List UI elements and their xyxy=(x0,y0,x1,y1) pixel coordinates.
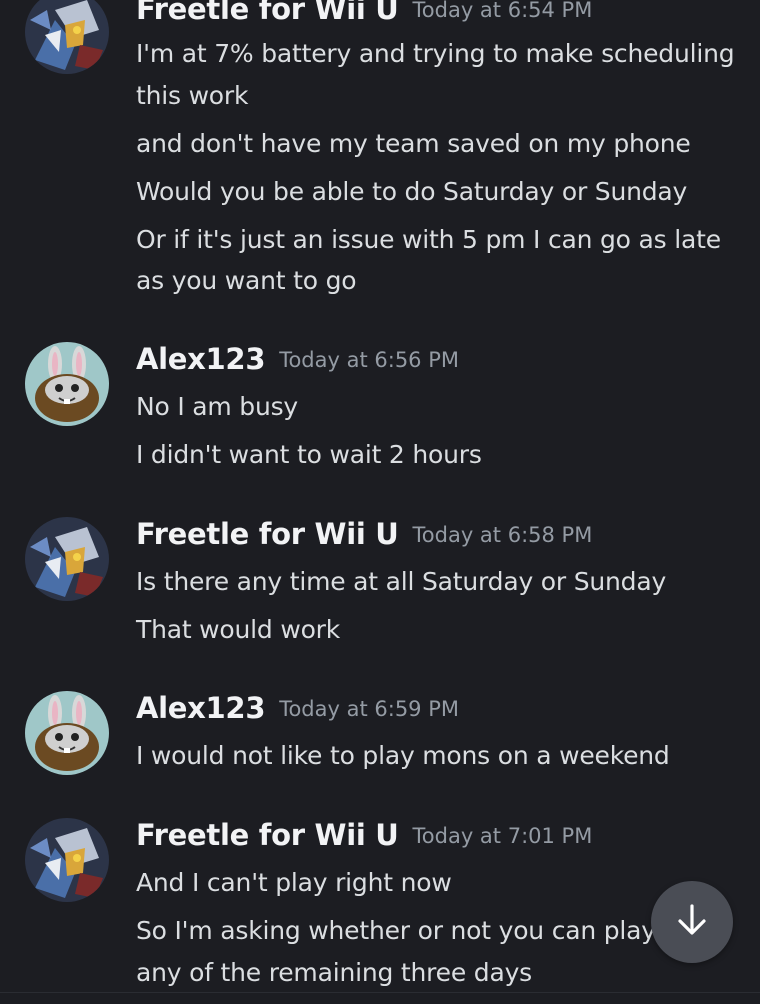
username[interactable]: Alex123 xyxy=(136,691,266,725)
arrow-down-icon xyxy=(672,900,712,944)
username[interactable]: Freetle for Wii U xyxy=(136,818,399,852)
message-text[interactable]: as you want to go xyxy=(136,260,736,301)
timestamp: Today at 7:01 PM xyxy=(412,824,593,848)
timestamp: Today at 6:56 PM xyxy=(279,348,460,372)
message-text[interactable]: I didn't want to wait 2 hours xyxy=(136,434,736,475)
username[interactable]: Alex123 xyxy=(136,342,266,376)
message-text[interactable]: No I am busy xyxy=(136,386,736,427)
message-text[interactable]: That would work xyxy=(136,609,736,650)
message-header: Alex123 Today at 6:59 PM xyxy=(136,691,459,731)
dragon-avatar-icon[interactable] xyxy=(25,0,109,74)
message-text[interactable]: And I can't play right now xyxy=(136,862,736,903)
bunny-avatar-icon[interactable] xyxy=(25,342,109,426)
timestamp: Today at 6:59 PM xyxy=(279,697,460,721)
message-text[interactable]: any of the remaining three days xyxy=(136,952,736,993)
divider xyxy=(0,992,760,993)
dragon-avatar-icon[interactable] xyxy=(25,818,109,902)
dragon-avatar-icon[interactable] xyxy=(25,517,109,601)
message-text[interactable]: So I'm asking whether or not you can pla… xyxy=(136,910,736,951)
message-text[interactable]: I would not like to play mons on a weeke… xyxy=(136,735,736,776)
username[interactable]: Freetle for Wii U xyxy=(136,517,399,551)
message-text[interactable]: Would you be able to do Saturday or Sund… xyxy=(136,171,736,212)
username[interactable]: Freetle for Wii U xyxy=(136,0,399,26)
chat-message-list[interactable]: Freetle for Wii U Today at 6:54 PM I'm at… xyxy=(0,0,760,1004)
message-text[interactable]: and don't have my team saved on my phone xyxy=(136,123,736,164)
message-text[interactable]: Or if it's just an issue with 5 pm I can… xyxy=(136,219,736,260)
jump-to-bottom-button[interactable] xyxy=(651,881,733,963)
message-header: Alex123 Today at 6:56 PM xyxy=(136,342,459,382)
message-header: Freetle for Wii U Today at 6:58 PM xyxy=(136,517,592,557)
message-header: Freetle for Wii U Today at 6:54 PM xyxy=(136,0,592,32)
message-text[interactable]: I'm at 7% battery and trying to make sch… xyxy=(136,33,736,74)
bunny-avatar-icon[interactable] xyxy=(25,691,109,775)
timestamp: Today at 6:54 PM xyxy=(412,0,593,22)
message-text[interactable]: this work xyxy=(136,75,736,116)
timestamp: Today at 6:58 PM xyxy=(412,523,593,547)
message-text[interactable]: Is there any time at all Saturday or Sun… xyxy=(136,561,736,602)
message-header: Freetle for Wii U Today at 7:01 PM xyxy=(136,818,592,858)
